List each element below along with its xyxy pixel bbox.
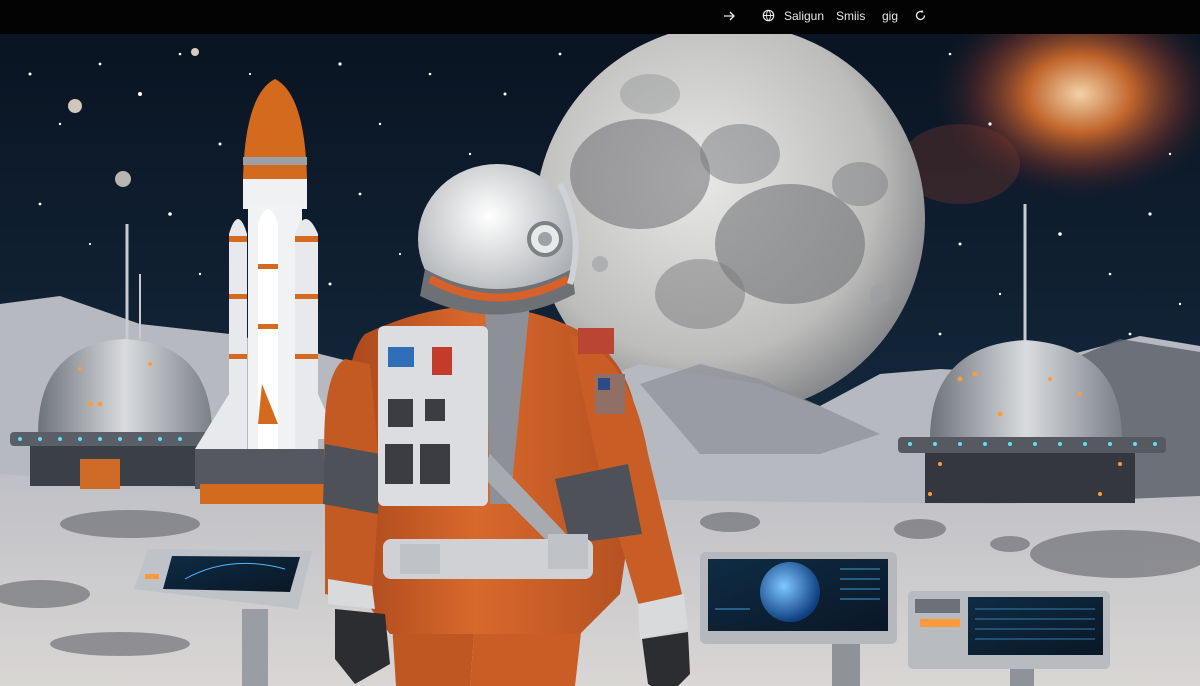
refresh-icon[interactable] bbox=[914, 9, 927, 22]
lunar-scene bbox=[0, 34, 1200, 686]
menu-bar: Saligun Smiis gig bbox=[0, 0, 1200, 34]
small-planet bbox=[68, 99, 82, 113]
globe-icon[interactable] bbox=[762, 9, 775, 22]
menu-item-saligun[interactable]: Saligun bbox=[784, 9, 824, 23]
arrow-icon[interactable] bbox=[722, 9, 736, 23]
menu-item-gig[interactable]: gig bbox=[882, 9, 898, 23]
scene-illustration bbox=[0, 34, 1200, 686]
menu-item-smiis[interactable]: Smiis bbox=[836, 9, 865, 23]
